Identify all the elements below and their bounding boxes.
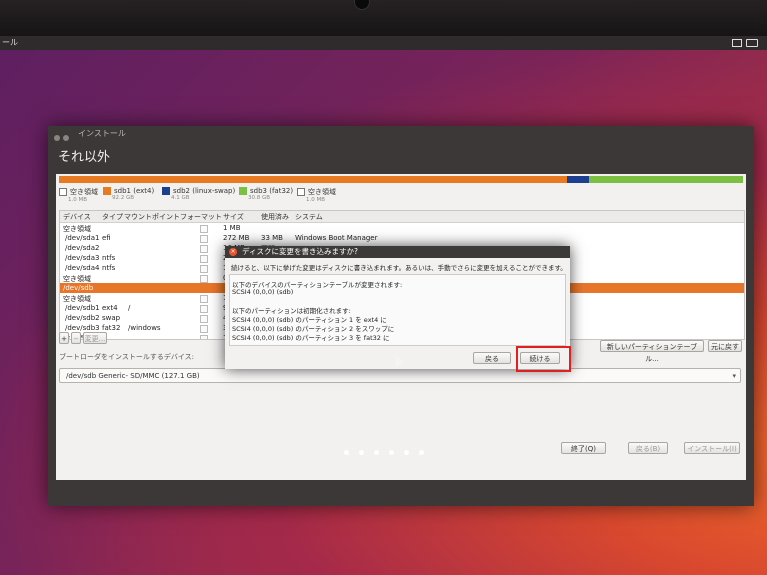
new-partition-table-button[interactable]: 新しいパーティションテーブル... bbox=[600, 340, 704, 363]
slide-dot bbox=[403, 450, 409, 455]
slide-dot bbox=[373, 450, 379, 455]
cell-type: fat32 bbox=[102, 324, 121, 332]
cell-device: /dev/sdb2 bbox=[65, 314, 100, 322]
cell-device: /dev/sdb1 bbox=[65, 304, 100, 312]
cell-device: /dev/sda4 bbox=[65, 264, 100, 272]
cell-device: /dev/sda3 bbox=[65, 254, 100, 262]
cell-mount: / bbox=[128, 304, 131, 312]
bootloader-label: ブートローダをインストールするデバイス: bbox=[59, 353, 195, 361]
format-checkbox[interactable] bbox=[200, 295, 208, 303]
format-checkbox[interactable] bbox=[200, 225, 208, 233]
change-partition-button[interactable]: 変更... bbox=[83, 332, 107, 344]
legend-item-sdb2: sdb2 (linux-swap) 4.1 GB bbox=[162, 187, 235, 201]
battery-icon[interactable] bbox=[746, 39, 758, 47]
cell-type: ntfs bbox=[102, 264, 116, 272]
partition-bar-swap bbox=[567, 176, 589, 183]
col-device[interactable]: デバイス bbox=[63, 212, 91, 222]
close-icon[interactable]: × bbox=[229, 248, 237, 256]
cell-used: 33 MB bbox=[261, 234, 283, 242]
partition-bar-fat32 bbox=[589, 176, 743, 183]
dialog-intro: 続けると、以下に挙げた変更はディスクに書き込まれます。あるいは、手動でさらに変更… bbox=[231, 264, 567, 272]
format-checkbox[interactable] bbox=[200, 255, 208, 263]
legend-item-free: 空き領域 1.0 MB bbox=[59, 187, 98, 203]
col-system[interactable]: システム bbox=[295, 212, 323, 222]
format-checkbox[interactable] bbox=[200, 305, 208, 313]
cell-mount: /windows bbox=[128, 324, 161, 332]
cell-type: ext4 bbox=[102, 304, 118, 312]
format-checkbox[interactable] bbox=[200, 265, 208, 273]
col-mount[interactable]: マウントポイント bbox=[124, 212, 180, 222]
cell-size: 272 MB bbox=[223, 234, 250, 242]
format-checkbox[interactable] bbox=[200, 325, 208, 333]
partition-bar bbox=[59, 176, 743, 183]
dialog-changes-box: 以下のデバイスのパーティションテーブルが変更されます: SCSI4 (0,0,0… bbox=[229, 274, 566, 346]
format-checkbox[interactable] bbox=[200, 335, 208, 339]
remove-partition-button[interactable]: − bbox=[71, 332, 81, 344]
window-title: インストール bbox=[78, 129, 126, 138]
minimize-icon[interactable] bbox=[63, 135, 69, 141]
format-checkbox[interactable] bbox=[200, 315, 208, 323]
cell-device: /dev/sdb bbox=[63, 284, 94, 292]
page-title: それ以外 bbox=[58, 150, 111, 165]
close-icon[interactable] bbox=[54, 135, 60, 141]
cell-size: 1 MB bbox=[223, 224, 241, 232]
top-panel: ール bbox=[0, 36, 767, 50]
dialog-title: ディスクに変更を書き込みますか? bbox=[242, 247, 358, 256]
top-panel-label: ール bbox=[2, 38, 18, 47]
table-row[interactable]: /dev/sda1 efi 272 MB 33 MB Windows Boot Mana… bbox=[60, 233, 744, 243]
legend-item-free-2: 空き領域 1.0 MB bbox=[297, 187, 336, 203]
col-size[interactable]: サイズ bbox=[223, 212, 244, 222]
add-partition-button[interactable]: + bbox=[59, 332, 69, 344]
format-checkbox[interactable] bbox=[200, 245, 208, 253]
col-format[interactable]: フォーマット bbox=[180, 212, 222, 222]
cell-type: ntfs bbox=[102, 254, 116, 262]
cell-device: /dev/sdb3 bbox=[65, 324, 100, 332]
col-used[interactable]: 使用済み bbox=[261, 212, 289, 222]
highlight-box bbox=[516, 346, 571, 372]
changes-line: SCSI4 (0,0,0) (sdb) のパーティション 3 を fat32 に bbox=[232, 334, 390, 342]
format-checkbox[interactable] bbox=[200, 275, 208, 283]
cell-device: /dev/sda2 bbox=[65, 244, 100, 252]
table-row[interactable]: 空き領域 1 MB bbox=[60, 223, 744, 233]
bootloader-device-value: /dev/sdb Generic- SD/MMC (127.1 GB) bbox=[66, 372, 200, 380]
partition-legend: 空き領域 1.0 MB sdb1 (ext4) 92.2 GB sdb2 (linu… bbox=[59, 187, 743, 209]
legend-item-sdb3: sdb3 (fat32) 30.8 GB bbox=[239, 187, 293, 201]
dialog-back-button[interactable]: 戻る bbox=[473, 352, 511, 364]
slide-indicator bbox=[0, 440, 767, 459]
keyboard-icon[interactable] bbox=[732, 39, 742, 47]
cell-type: efi bbox=[102, 234, 111, 242]
slide-dot bbox=[388, 450, 394, 455]
slide-dot bbox=[418, 450, 424, 455]
revert-button[interactable]: 元に戻す bbox=[708, 340, 742, 352]
table-header: デバイス タイプ マウントポイント フォーマット サイズ 使用済み システム bbox=[60, 211, 744, 223]
cell-type: swap bbox=[102, 314, 121, 322]
cell-device: /dev/sda1 bbox=[65, 234, 100, 242]
format-checkbox[interactable] bbox=[200, 235, 208, 243]
dropdown-arrow-icon: ▾ bbox=[732, 372, 736, 380]
window-titlebar: インストール bbox=[48, 126, 754, 142]
changes-line: SCSI4 (0,0,0) (sdb) bbox=[232, 288, 294, 296]
cell-system: Windows Boot Manager bbox=[295, 234, 378, 242]
dialog-titlebar: × ディスクに変更を書き込みますか? bbox=[225, 246, 570, 258]
photo-border bbox=[0, 0, 767, 36]
legend-item-sdb1: sdb1 (ext4) 92.2 GB bbox=[103, 187, 154, 201]
slide-dot bbox=[358, 450, 364, 455]
camera-icon bbox=[354, 0, 370, 10]
col-type[interactable]: タイプ bbox=[102, 212, 123, 222]
slide-dot bbox=[343, 450, 349, 455]
bootloader-device-select[interactable]: /dev/sdb Generic- SD/MMC (127.1 GB) ▾ bbox=[59, 368, 741, 383]
